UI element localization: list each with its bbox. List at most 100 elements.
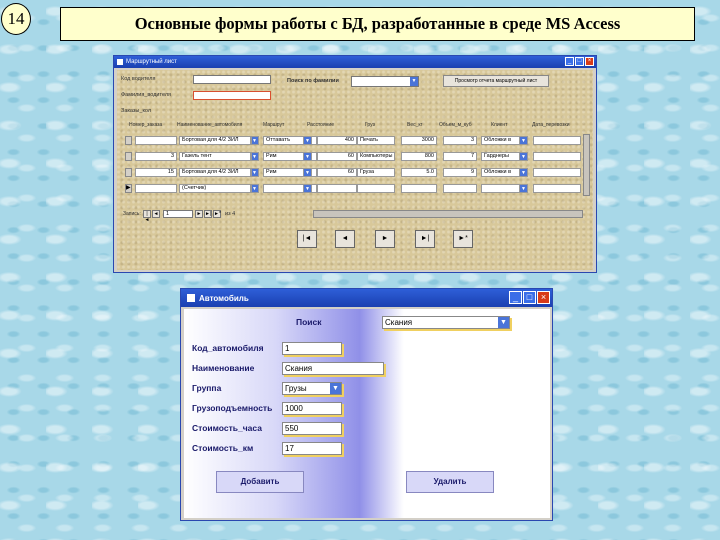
car-form-title: Автомобиль — [199, 293, 249, 303]
cell-distance[interactable]: 60 — [317, 168, 357, 177]
table-row[interactable]: 15 Бортовая для 4/2 ЗИЛ ▼ Рим ▼ 60 Груза… — [125, 166, 581, 179]
client-dropdown[interactable]: ▼ — [519, 152, 528, 161]
chevron-down-icon: ▼ — [304, 137, 311, 144]
cell-car[interactable]: Бортовая для 4/2 ЗИЛ — [179, 136, 251, 145]
preview-report-button[interactable]: Просмотр отчета маршрутный лист — [443, 75, 549, 87]
cell-weight[interactable]: 5.0 — [401, 168, 437, 177]
cell-volume[interactable]: 7 — [443, 152, 477, 161]
first-record-button[interactable]: |◄ — [143, 210, 151, 223]
cell-date[interactable] — [533, 168, 581, 177]
horizontal-scrollbar[interactable] — [313, 210, 583, 218]
form-icon — [187, 294, 195, 302]
last-record-button[interactable]: ►| — [204, 210, 212, 218]
cell-order[interactable]: 3 — [135, 152, 177, 161]
cell-weight[interactable]: 3000 — [401, 136, 437, 145]
cell-volume[interactable]: 3 — [443, 136, 477, 145]
cell-cargo[interactable]: Груза — [357, 168, 395, 177]
driver-name-field[interactable] — [193, 91, 271, 100]
name-label: Наименование — [192, 363, 255, 373]
group-label: Группа — [192, 383, 222, 393]
cell-distance[interactable] — [317, 184, 357, 193]
client-dropdown[interactable]: ▼ — [519, 136, 528, 145]
cell-weight[interactable]: 800 — [401, 152, 437, 161]
prev-record-button[interactable]: ◄ — [152, 210, 160, 218]
cell-date[interactable] — [533, 152, 581, 161]
route-dropdown[interactable]: ▼ — [303, 184, 312, 193]
car-dropdown[interactable]: ▼ — [251, 184, 259, 193]
cell-car[interactable]: Газель тент — [179, 152, 251, 161]
client-dropdown[interactable]: ▼ — [519, 184, 528, 193]
car-form-body: Поиск Скания ▼ Код_автомобиля 1 Наименов… — [184, 309, 550, 518]
last-record-big-button[interactable]: ►| — [415, 230, 435, 248]
car-dropdown[interactable]: ▼ — [251, 152, 259, 161]
chevron-down-icon: ▼ — [520, 153, 527, 160]
km-cost-field[interactable]: 17 — [282, 442, 342, 455]
route-dropdown[interactable]: ▼ — [303, 152, 312, 161]
driver-code-field[interactable] — [193, 75, 271, 84]
hour-cost-field[interactable]: 550 — [282, 422, 342, 435]
cell-weight[interactable] — [401, 184, 437, 193]
car-dropdown[interactable]: ▼ — [251, 136, 259, 145]
cell-date[interactable] — [533, 184, 581, 193]
cell-volume[interactable]: 9 — [443, 168, 477, 177]
maximize-button[interactable]: □ — [575, 57, 584, 66]
next-record-big-button[interactable]: ► — [375, 230, 395, 248]
cell-order[interactable] — [135, 184, 177, 193]
vertical-scrollbar[interactable] — [583, 134, 590, 196]
table-row[interactable]: 3 Газель тент ▼ Рим ▼ 60 Компьютеры 800 … — [125, 150, 581, 163]
cell-order[interactable] — [135, 136, 177, 145]
capacity-field[interactable]: 1000 — [282, 402, 342, 415]
row-selector[interactable] — [125, 136, 132, 145]
first-record-big-button[interactable]: |◄ — [297, 230, 317, 248]
delete-button[interactable]: Удалить — [406, 471, 494, 493]
cell-cargo[interactable] — [357, 184, 395, 193]
slide-number: 14 — [1, 3, 31, 35]
next-record-button[interactable]: ► — [195, 210, 203, 218]
row-selector[interactable] — [125, 168, 132, 177]
col-header-route: Маршрут — [263, 122, 285, 128]
new-record-button[interactable]: ►* — [213, 210, 221, 218]
chevron-down-icon: ▼ — [252, 153, 258, 160]
cell-order[interactable]: 15 — [135, 168, 177, 177]
car-dropdown[interactable]: ▼ — [251, 168, 259, 177]
name-field[interactable]: Скания — [282, 362, 384, 375]
table-row[interactable]: Бортовая для 4/2 ЗИЛ ▼ Оттаватъ ▼ 400 Пе… — [125, 134, 581, 147]
cell-distance[interactable]: 400 — [317, 136, 357, 145]
group-combo[interactable]: Грузы ▼ — [282, 382, 342, 395]
row-selector[interactable] — [125, 152, 132, 161]
close-button[interactable]: × — [537, 291, 550, 304]
close-button[interactable]: × — [585, 57, 594, 66]
car-form-window-buttons: _ □ × — [509, 291, 550, 304]
cell-volume[interactable] — [443, 184, 477, 193]
cell-distance[interactable]: 60 — [317, 152, 357, 161]
minimize-button[interactable]: _ — [565, 57, 574, 66]
new-record-big-button[interactable]: ►* — [453, 230, 473, 248]
car-form-window: Автомобиль _ □ × Поиск Скания ▼ Код_авто… — [180, 288, 553, 521]
prev-record-big-button[interactable]: ◄ — [335, 230, 355, 248]
cell-cargo[interactable]: Компьютеры — [357, 152, 395, 161]
form-icon — [117, 59, 123, 65]
maximize-button[interactable]: □ — [523, 291, 536, 304]
record-number-field[interactable]: 1 — [163, 210, 193, 218]
search-combo[interactable]: Скания ▼ — [382, 316, 510, 329]
table-row-new[interactable]: ▶ (Счетчик) ▼ ▼ ▼ — [125, 182, 581, 195]
client-dropdown[interactable]: ▼ — [519, 168, 528, 177]
route-dropdown[interactable]: ▼ — [303, 136, 312, 145]
trips-label: Заказы_кол — [121, 108, 152, 114]
route-dropdown[interactable]: ▼ — [303, 168, 312, 177]
col-header-weight: Вес_кг — [407, 122, 423, 128]
record-navigator-label: Запись: — [123, 211, 141, 217]
capacity-label: Грузоподъемность — [192, 403, 273, 413]
car-id-field[interactable]: 1 — [282, 342, 342, 355]
cell-car[interactable]: (Счетчик) — [179, 184, 251, 193]
cell-date[interactable] — [533, 136, 581, 145]
group-combo-value: Грузы — [285, 384, 307, 393]
hour-cost-label: Стоимость_часа — [192, 423, 262, 433]
add-button[interactable]: Добавить — [216, 471, 304, 493]
search-by-name-combo[interactable]: ▼ — [351, 76, 419, 87]
minimize-button[interactable]: _ — [509, 291, 522, 304]
col-header-distance: Расстояние — [307, 122, 335, 128]
cell-car[interactable]: Бортовая для 4/2 ЗИЛ — [179, 168, 251, 177]
cell-cargo[interactable]: Печать — [357, 136, 395, 145]
new-record-indicator: ▶ — [125, 184, 132, 193]
